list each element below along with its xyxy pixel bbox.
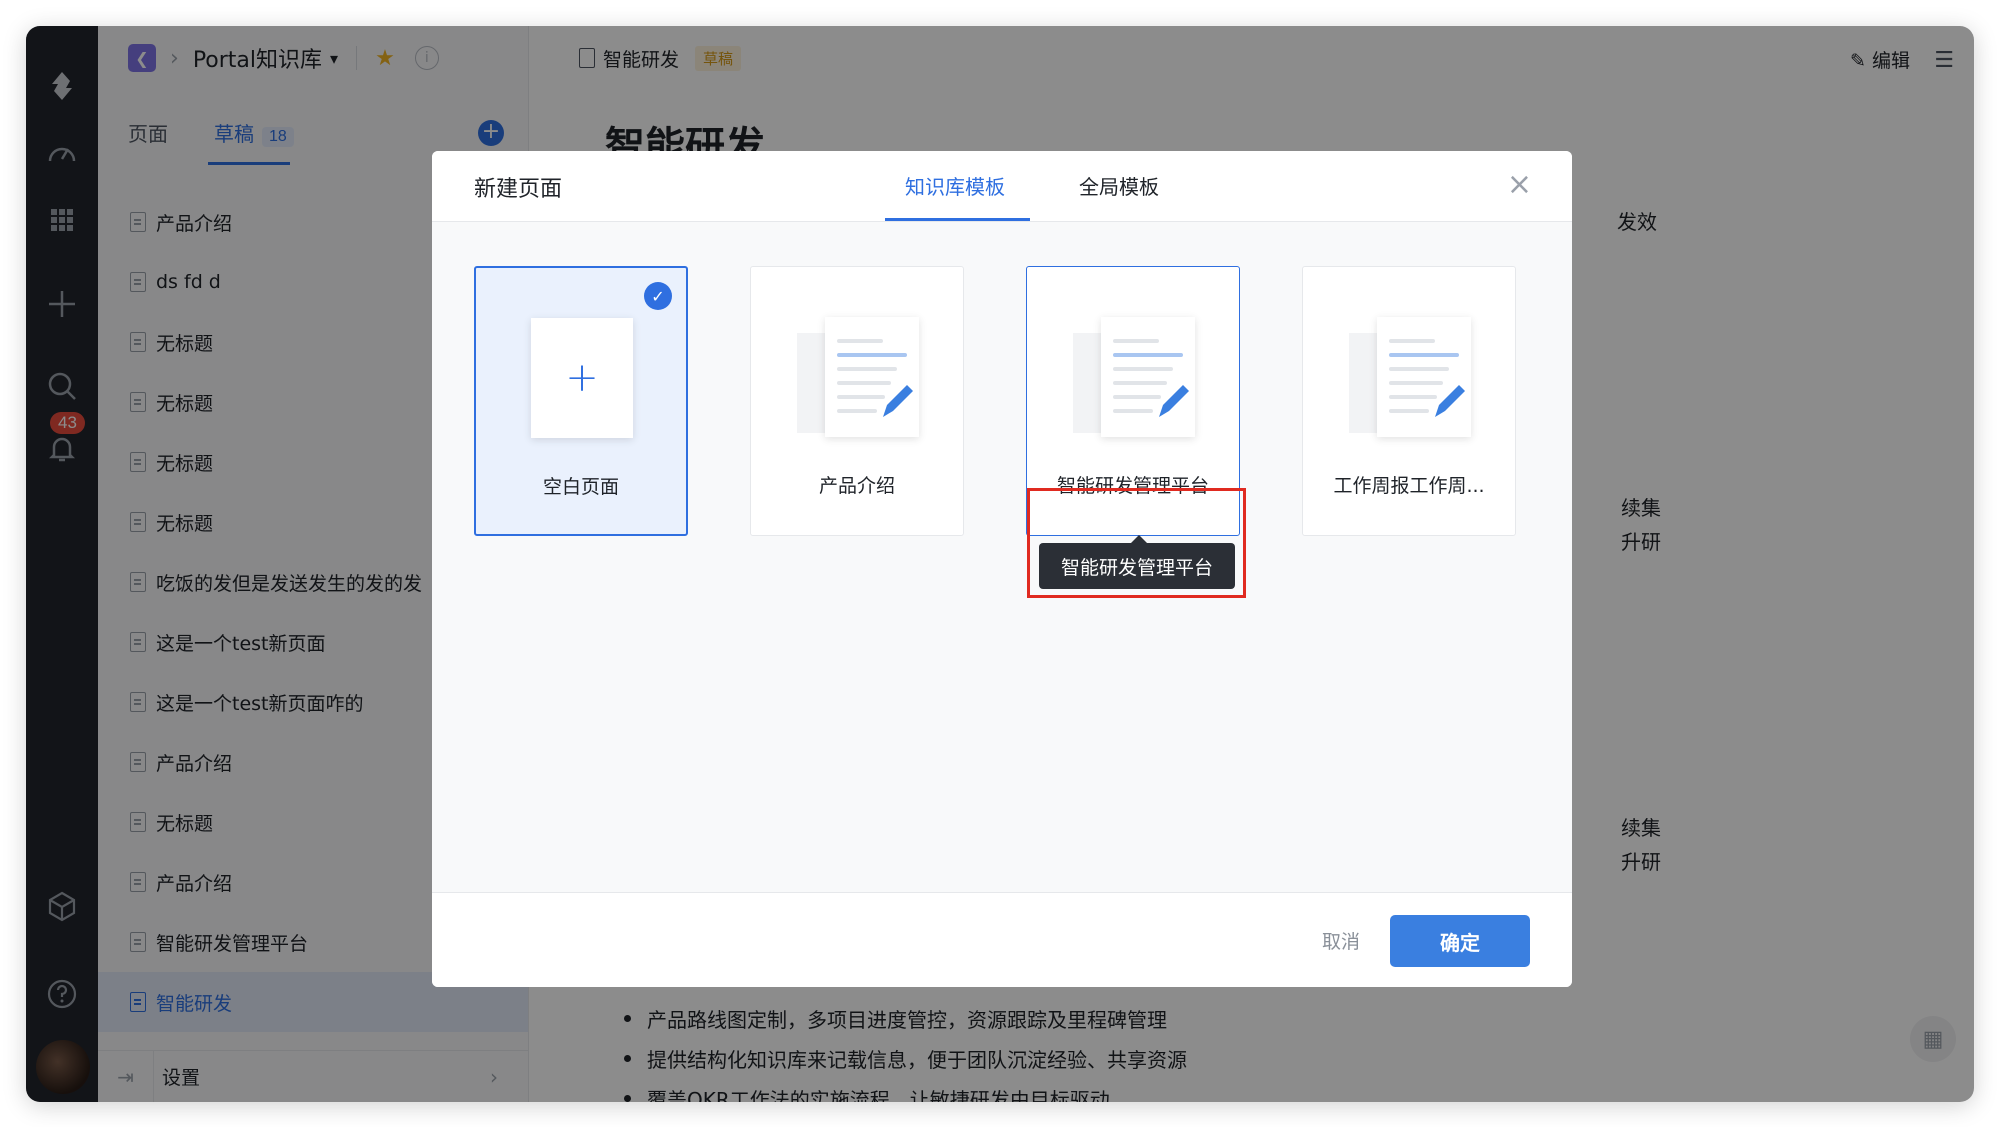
active-tab-indicator xyxy=(885,218,1030,221)
tab-global-templates[interactable]: 全局模板 xyxy=(1079,171,1159,200)
template-card-weekly-report[interactable]: 工作周报工作周... xyxy=(1302,266,1516,536)
new-page-modal: 新建页面 知识库模板 全局模板 × + ✓ 空白页面 产品介绍 智能研发管理平台… xyxy=(432,151,1572,987)
template-card-blank[interactable]: + ✓ 空白页面 xyxy=(474,266,688,536)
highlight-annotation xyxy=(1027,488,1246,598)
modal-title: 新建页面 xyxy=(474,177,563,202)
cancel-button[interactable]: 取消 xyxy=(1322,927,1360,954)
pencil-icon xyxy=(1159,385,1189,417)
plus-icon: + xyxy=(531,318,633,438)
pencil-icon xyxy=(1435,385,1465,417)
app-window: 43 ❮ › Portal知识库 ▾ ★ i 页面 草稿 18 + 产品介绍 ds xyxy=(26,26,1974,1102)
template-label: 工作周报工作周... xyxy=(1333,475,1485,497)
confirm-button[interactable]: 确定 xyxy=(1390,915,1530,967)
close-icon[interactable]: × xyxy=(1507,167,1532,202)
template-card-product-intro[interactable]: 产品介绍 xyxy=(750,266,964,536)
check-icon: ✓ xyxy=(644,282,672,310)
modal-header: 新建页面 知识库模板 全局模板 × xyxy=(432,151,1572,222)
tab-kb-templates[interactable]: 知识库模板 xyxy=(905,171,1005,200)
template-label: 产品介绍 xyxy=(818,475,895,497)
modal-footer: 取消 确定 xyxy=(432,892,1572,987)
template-label: 空白页面 xyxy=(542,476,619,498)
pencil-icon xyxy=(883,385,913,417)
